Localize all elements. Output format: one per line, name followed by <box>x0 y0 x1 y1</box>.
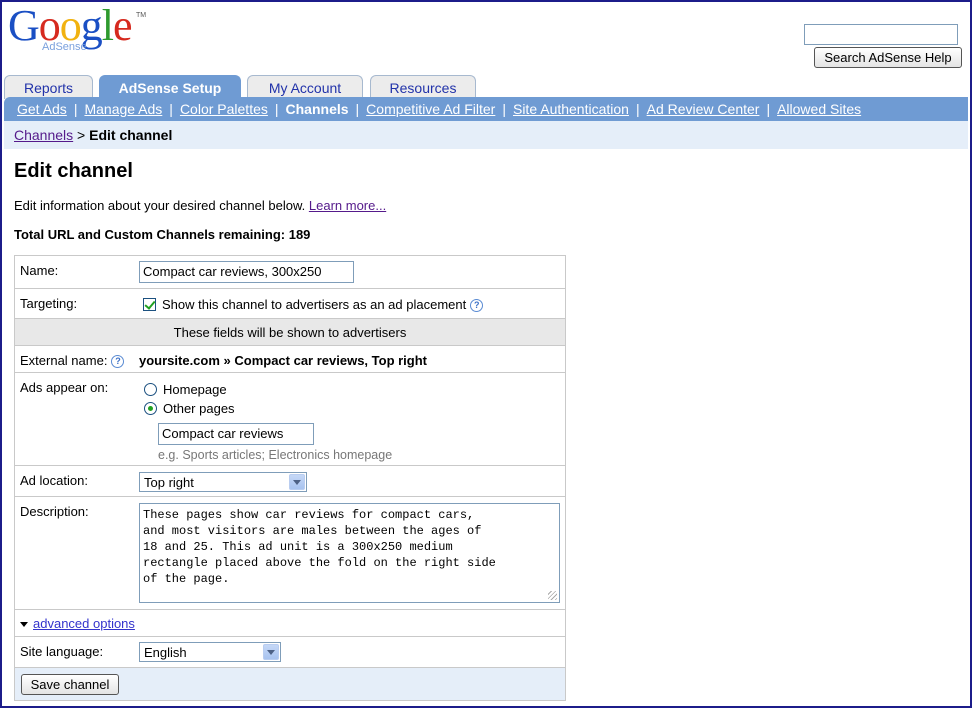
subnav-competitive-ad-filter[interactable]: Competitive Ad Filter <box>366 101 495 117</box>
homepage-radio[interactable] <box>144 383 157 396</box>
save-row: Save channel <box>15 668 565 700</box>
targeting-checkbox[interactable] <box>143 298 156 311</box>
site-language-row: Site language: English <box>15 637 565 668</box>
intro-description: Edit information about your desired chan… <box>14 198 306 213</box>
advertisers-header: These fields will be shown to advertiser… <box>15 319 565 346</box>
site-language-value: English <box>144 645 187 660</box>
help-search-input[interactable] <box>804 24 958 45</box>
resize-grip-icon[interactable] <box>548 591 557 600</box>
breadcrumb: Channels > Edit channel <box>4 121 968 149</box>
external-name-label: External name:? <box>20 353 125 368</box>
targeting-text: Show this channel to advertisers as an a… <box>162 297 467 312</box>
learn-more-link[interactable]: Learn more... <box>309 198 386 213</box>
targeting-row: Targeting: Show this channel to advertis… <box>15 289 565 319</box>
tab-reports[interactable]: Reports <box>4 75 93 99</box>
tab-label: Reports <box>23 80 74 96</box>
advanced-options-row: advanced options <box>15 610 565 637</box>
ads-appear-row: Ads appear on: Homepage Other pages Comp… <box>15 373 565 466</box>
homepage-label: Homepage <box>163 382 227 397</box>
subnav-bar: Get Ads | Manage Ads | Color Palettes | Channe… <box>4 97 968 121</box>
edit-channel-form: Name: Compact car reviews, 300x250 Targe… <box>14 255 566 701</box>
page-title: Edit channel <box>14 160 133 182</box>
other-pages-option[interactable]: Other pages <box>144 401 235 416</box>
description-text: These pages show car reviews for compact… <box>143 508 496 586</box>
advertisers-header-text: These fields will be shown to advertiser… <box>173 325 407 340</box>
targeting-field: Show this channel to advertisers as an a… <box>143 297 484 312</box>
subnav-manage-ads[interactable]: Manage Ads <box>84 101 162 117</box>
subnav-allowed-sites[interactable]: Allowed Sites <box>777 101 861 117</box>
breadcrumb-current: Edit channel <box>89 127 173 143</box>
intro-text: Edit information about your desired chan… <box>14 198 386 213</box>
other-pages-radio[interactable] <box>144 402 157 415</box>
other-pages-label: Other pages <box>163 401 235 416</box>
external-name-label-text: External name: <box>20 353 108 368</box>
subnav-separator: | <box>73 101 78 117</box>
search-help-button[interactable]: Search AdSense Help <box>814 47 962 68</box>
subnav-ad-review-center[interactable]: Ad Review Center <box>647 101 760 117</box>
external-name-row: External name:? yoursite.com » Compact c… <box>15 346 565 373</box>
name-row: Name: Compact car reviews, 300x250 <box>15 256 565 289</box>
tab-label: My Account <box>268 80 342 96</box>
google-adsense-logo[interactable]: Google TM AdSense <box>8 4 148 60</box>
breadcrumb-channels-link[interactable]: Channels <box>14 127 73 143</box>
external-name-value: yoursite.com » Compact car reviews, Top … <box>139 353 428 368</box>
description-row: Description: These pages show car review… <box>15 497 565 610</box>
save-channel-button[interactable]: Save channel <box>21 674 119 695</box>
subnav-separator: | <box>169 101 173 117</box>
logo-adsense-label: AdSense <box>42 41 87 53</box>
site-language-label: Site language: <box>20 644 104 659</box>
tab-my-account[interactable]: My Account <box>247 75 363 99</box>
ads-appear-label: Ads appear on: <box>20 380 109 395</box>
ad-location-value: Top right <box>144 475 194 490</box>
site-language-select[interactable]: English <box>139 642 281 662</box>
pages-hint: e.g. Sports articles; Electronics homepa… <box>158 448 393 462</box>
chevron-down-icon[interactable] <box>289 474 305 490</box>
help-question-icon[interactable]: ? <box>111 355 125 368</box>
subnav-get-ads[interactable]: Get Ads <box>17 101 67 117</box>
chevron-down-icon[interactable] <box>263 644 279 660</box>
advanced-options-link[interactable]: advanced options <box>33 616 135 631</box>
subnav-separator: | <box>635 101 640 117</box>
subnav-separator: | <box>502 101 506 117</box>
pages-input[interactable]: Compact car reviews <box>158 423 314 445</box>
homepage-option[interactable]: Homepage <box>144 382 227 397</box>
subnav-separator: | <box>766 101 771 117</box>
help-question-icon[interactable]: ? <box>470 299 484 312</box>
advanced-options-toggle[interactable]: advanced options <box>20 616 135 631</box>
triangle-down-icon <box>20 622 28 627</box>
logo-trademark: TM <box>136 12 147 19</box>
ad-location-select[interactable]: Top right <box>139 472 307 492</box>
description-textarea[interactable]: These pages show car reviews for compact… <box>139 503 560 603</box>
channels-remaining: Total URL and Custom Channels remaining:… <box>14 227 311 242</box>
breadcrumb-separator: > <box>77 127 86 143</box>
description-label: Description: <box>20 504 89 519</box>
subnav-channels[interactable]: Channels <box>286 101 349 117</box>
tab-label: AdSense Setup <box>118 80 222 96</box>
tab-resources[interactable]: Resources <box>370 75 476 99</box>
targeting-label: Targeting: <box>20 296 78 311</box>
tab-label: Resources <box>389 80 457 96</box>
ad-location-label: Ad location: <box>20 473 88 488</box>
subnav-separator: | <box>274 101 279 117</box>
name-input[interactable]: Compact car reviews, 300x250 <box>139 261 354 283</box>
name-label: Name: <box>20 263 59 278</box>
subnav-separator: | <box>355 101 360 117</box>
subnav-site-authentication[interactable]: Site Authentication <box>513 101 629 117</box>
subnav-color-palettes[interactable]: Color Palettes <box>180 101 268 117</box>
ad-location-row: Ad location: Top right <box>15 466 565 497</box>
